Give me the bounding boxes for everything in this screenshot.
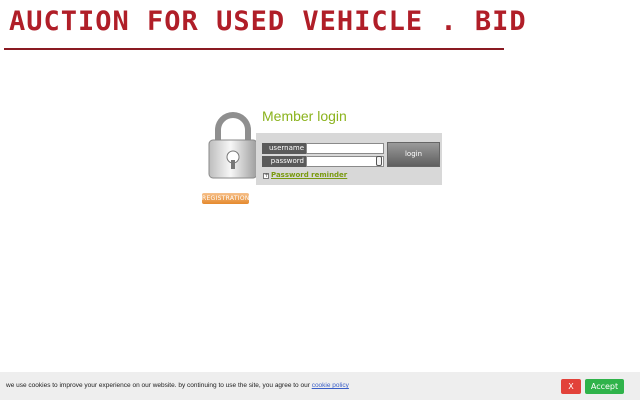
reminder-icon: + <box>263 172 270 179</box>
cookie-consent-bar: we use cookies to improve your experienc… <box>0 372 640 400</box>
member-login-heading: Member login <box>262 108 347 124</box>
cookie-message: we use cookies to improve your experienc… <box>6 382 349 389</box>
password-reminder-link[interactable]: Password reminder <box>271 171 347 179</box>
title-divider <box>4 48 504 50</box>
password-label: password <box>262 156 306 167</box>
padlock-icon <box>208 112 258 179</box>
password-input[interactable] <box>306 156 384 167</box>
registration-button[interactable]: REGISTRATION <box>202 193 249 204</box>
username-input[interactable] <box>306 143 384 154</box>
login-button[interactable]: login <box>387 142 440 167</box>
cookie-decline-button[interactable]: X <box>561 379 581 394</box>
cookie-text: we use cookies to improve your experienc… <box>6 382 312 389</box>
site-title: AUCTION FOR USED VEHICLE . BID <box>9 6 527 37</box>
cookie-accept-button[interactable]: Accept <box>585 379 624 394</box>
password-key-icon <box>376 156 382 166</box>
cookie-policy-link[interactable]: cookie policy <box>312 382 349 389</box>
username-label: username <box>262 143 306 154</box>
